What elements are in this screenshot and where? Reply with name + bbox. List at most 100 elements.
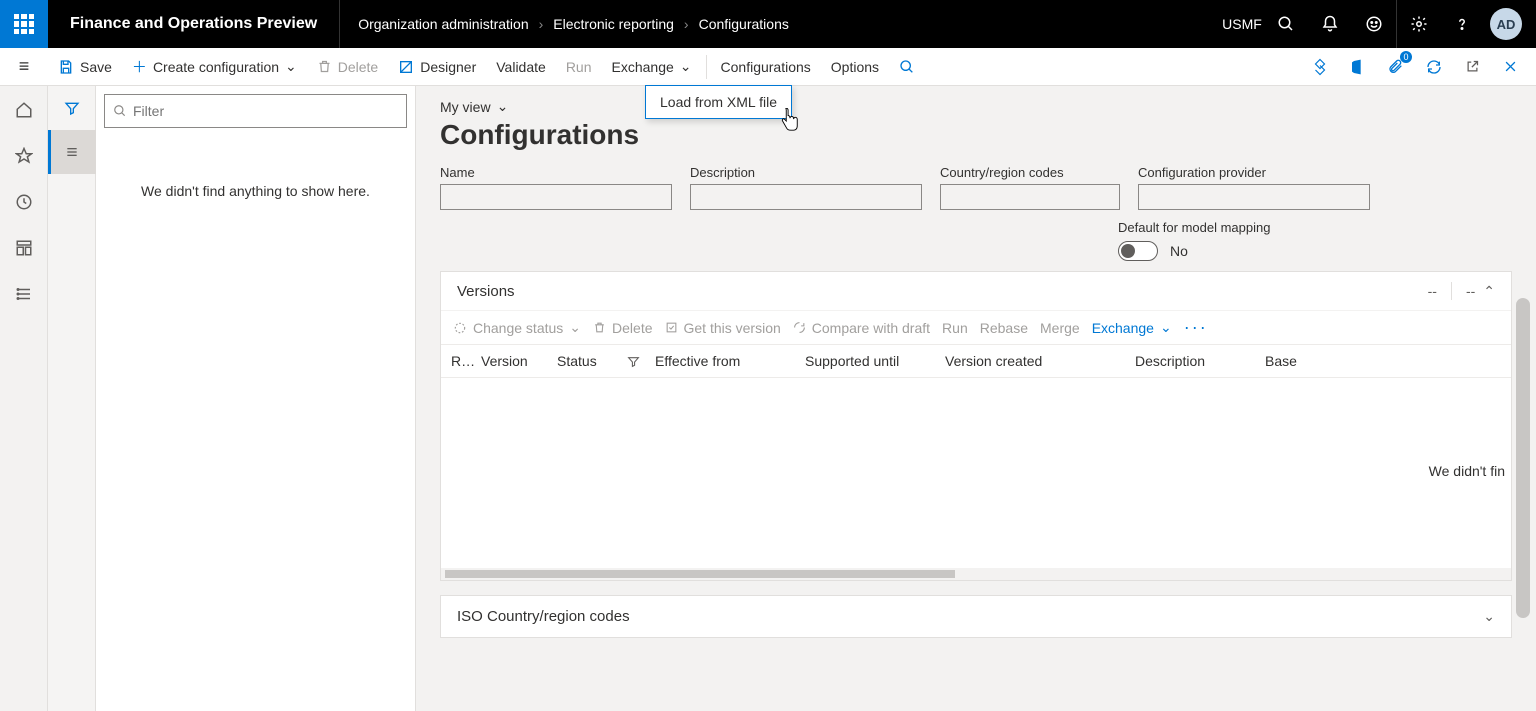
col-effective[interactable]: Effective from xyxy=(655,353,805,369)
attachments-icon[interactable]: 0 xyxy=(1382,53,1410,81)
search-icon[interactable] xyxy=(1264,0,1308,48)
workspaces-icon[interactable] xyxy=(8,232,40,264)
refresh-icon xyxy=(793,321,806,334)
popout-icon[interactable] xyxy=(1458,53,1486,81)
vertical-scrollbar[interactable] xyxy=(1516,298,1530,618)
save-label: Save xyxy=(80,59,112,75)
versions-run-button: Run xyxy=(942,320,968,336)
toolbar-search-icon[interactable] xyxy=(889,48,925,85)
vertical-tabs xyxy=(48,86,96,711)
name-label: Name xyxy=(440,165,672,180)
create-configuration-button[interactable]: ＋ Create configuration ⌄ xyxy=(122,48,307,85)
search-icon xyxy=(113,104,127,118)
bell-icon[interactable] xyxy=(1308,0,1352,48)
trash-icon xyxy=(317,59,332,74)
default-mapping-toggle[interactable] xyxy=(1118,241,1158,261)
save-button[interactable]: Save xyxy=(48,48,122,85)
iso-section[interactable]: ISO Country/region codes ⌄ xyxy=(440,595,1512,638)
options-button[interactable]: Options xyxy=(821,48,889,85)
country-input[interactable] xyxy=(940,184,1120,210)
chevron-down-icon: ⌄ xyxy=(285,58,297,75)
field-provider: Configuration provider xyxy=(1138,165,1370,210)
office-icon[interactable] xyxy=(1344,53,1372,81)
breadcrumb-item-2[interactable]: Configurations xyxy=(699,16,789,32)
col-status[interactable]: Status xyxy=(557,353,627,369)
versions-dash2: -- xyxy=(1458,283,1483,299)
waffle-icon xyxy=(14,14,34,34)
feedback-smile-icon[interactable] xyxy=(1352,0,1396,48)
col-r[interactable]: R... xyxy=(451,353,481,369)
designer-button[interactable]: Designer xyxy=(388,48,486,85)
field-name: Name xyxy=(440,165,672,210)
name-input[interactable] xyxy=(440,184,672,210)
filter-input[interactable] xyxy=(133,103,398,119)
diamond-icon[interactable] xyxy=(1306,53,1334,81)
versions-header: Versions -- -- ⌃ xyxy=(441,272,1511,311)
field-description: Description xyxy=(690,165,922,210)
more-icon[interactable]: ··· xyxy=(1184,317,1208,338)
column-filter-icon[interactable] xyxy=(627,355,655,368)
default-mapping-label: Default for model mapping xyxy=(1118,220,1512,235)
col-version[interactable]: Version xyxy=(481,353,557,369)
company-selector[interactable]: USMF xyxy=(1220,0,1264,48)
chevron-down-icon[interactable]: ⌄ xyxy=(1483,608,1495,625)
chevron-right-icon: › xyxy=(539,16,544,32)
help-icon[interactable] xyxy=(1440,0,1484,48)
configurations-label: Configurations xyxy=(721,59,811,75)
versions-grid-header: R... Version Status Effective from Suppo… xyxy=(441,345,1511,378)
page-title: Configurations xyxy=(440,119,1512,151)
configurations-button[interactable]: Configurations xyxy=(711,48,821,85)
merge-button: Merge xyxy=(1040,320,1080,336)
delete-button: Delete xyxy=(307,48,388,85)
close-icon[interactable] xyxy=(1496,53,1524,81)
content-panel: My view ⌄ Configurations Name Descriptio… xyxy=(416,86,1536,711)
hamburger-icon[interactable]: ≡ xyxy=(0,48,48,85)
vtab-list-icon[interactable] xyxy=(48,130,96,174)
user-avatar[interactable]: AD xyxy=(1484,0,1528,48)
main-row: We didn't find anything to show here. My… xyxy=(0,86,1536,711)
chevron-down-icon: ⌄ xyxy=(569,319,581,336)
star-icon[interactable] xyxy=(8,140,40,172)
options-label: Options xyxy=(831,59,879,75)
col-base[interactable]: Base xyxy=(1265,353,1335,369)
collapse-icon[interactable]: ⌃ xyxy=(1483,283,1495,300)
chevron-down-icon: ⌄ xyxy=(1160,319,1172,336)
edit-icon xyxy=(665,321,678,334)
breadcrumb: Organization administration › Electronic… xyxy=(340,16,1220,32)
refresh-icon[interactable] xyxy=(1420,53,1448,81)
app-launcher[interactable] xyxy=(0,0,48,48)
validate-label: Validate xyxy=(496,59,546,75)
col-created[interactable]: Version created xyxy=(945,353,1135,369)
rebase-button: Rebase xyxy=(980,320,1028,336)
breadcrumb-item-1[interactable]: Electronic reporting xyxy=(553,16,674,32)
chevron-down-icon: ⌄ xyxy=(497,98,509,115)
toolbar-right-icons: 0 xyxy=(1306,53,1536,81)
modules-icon[interactable] xyxy=(8,278,40,310)
versions-grid-body: We didn't fin xyxy=(441,378,1511,568)
run-label: Run xyxy=(566,59,592,75)
action-toolbar: ≡ Save ＋ Create configuration ⌄ Delete D… xyxy=(0,48,1536,86)
col-supported[interactable]: Supported until xyxy=(805,353,945,369)
description-input[interactable] xyxy=(690,184,922,210)
grid-empty-text: We didn't fin xyxy=(1429,463,1505,479)
recent-icon[interactable] xyxy=(8,186,40,218)
home-icon[interactable] xyxy=(8,94,40,126)
view-selector[interactable]: My view ⌄ xyxy=(440,98,1512,115)
delete-label: Delete xyxy=(338,59,378,75)
vtab-filter-icon[interactable] xyxy=(48,86,96,130)
col-description[interactable]: Description xyxy=(1135,353,1265,369)
versions-exchange-button[interactable]: Exchange ⌄ xyxy=(1092,319,1172,336)
compare-button: Compare with draft xyxy=(793,320,930,336)
gear-icon[interactable] xyxy=(1396,0,1440,48)
attachments-badge: 0 xyxy=(1400,51,1412,63)
horizontal-scrollbar[interactable] xyxy=(441,568,1511,580)
top-right-controls: USMF AD xyxy=(1220,0,1536,48)
load-from-xml-menuitem[interactable]: Load from XML file xyxy=(646,86,791,118)
provider-label: Configuration provider xyxy=(1138,165,1370,180)
exchange-button[interactable]: Exchange ⌄ xyxy=(602,48,702,85)
validate-button[interactable]: Validate xyxy=(486,48,556,85)
filter-box[interactable] xyxy=(104,94,407,128)
versions-delete-button: Delete xyxy=(593,320,652,336)
provider-input[interactable] xyxy=(1138,184,1370,210)
breadcrumb-item-0[interactable]: Organization administration xyxy=(358,16,528,32)
